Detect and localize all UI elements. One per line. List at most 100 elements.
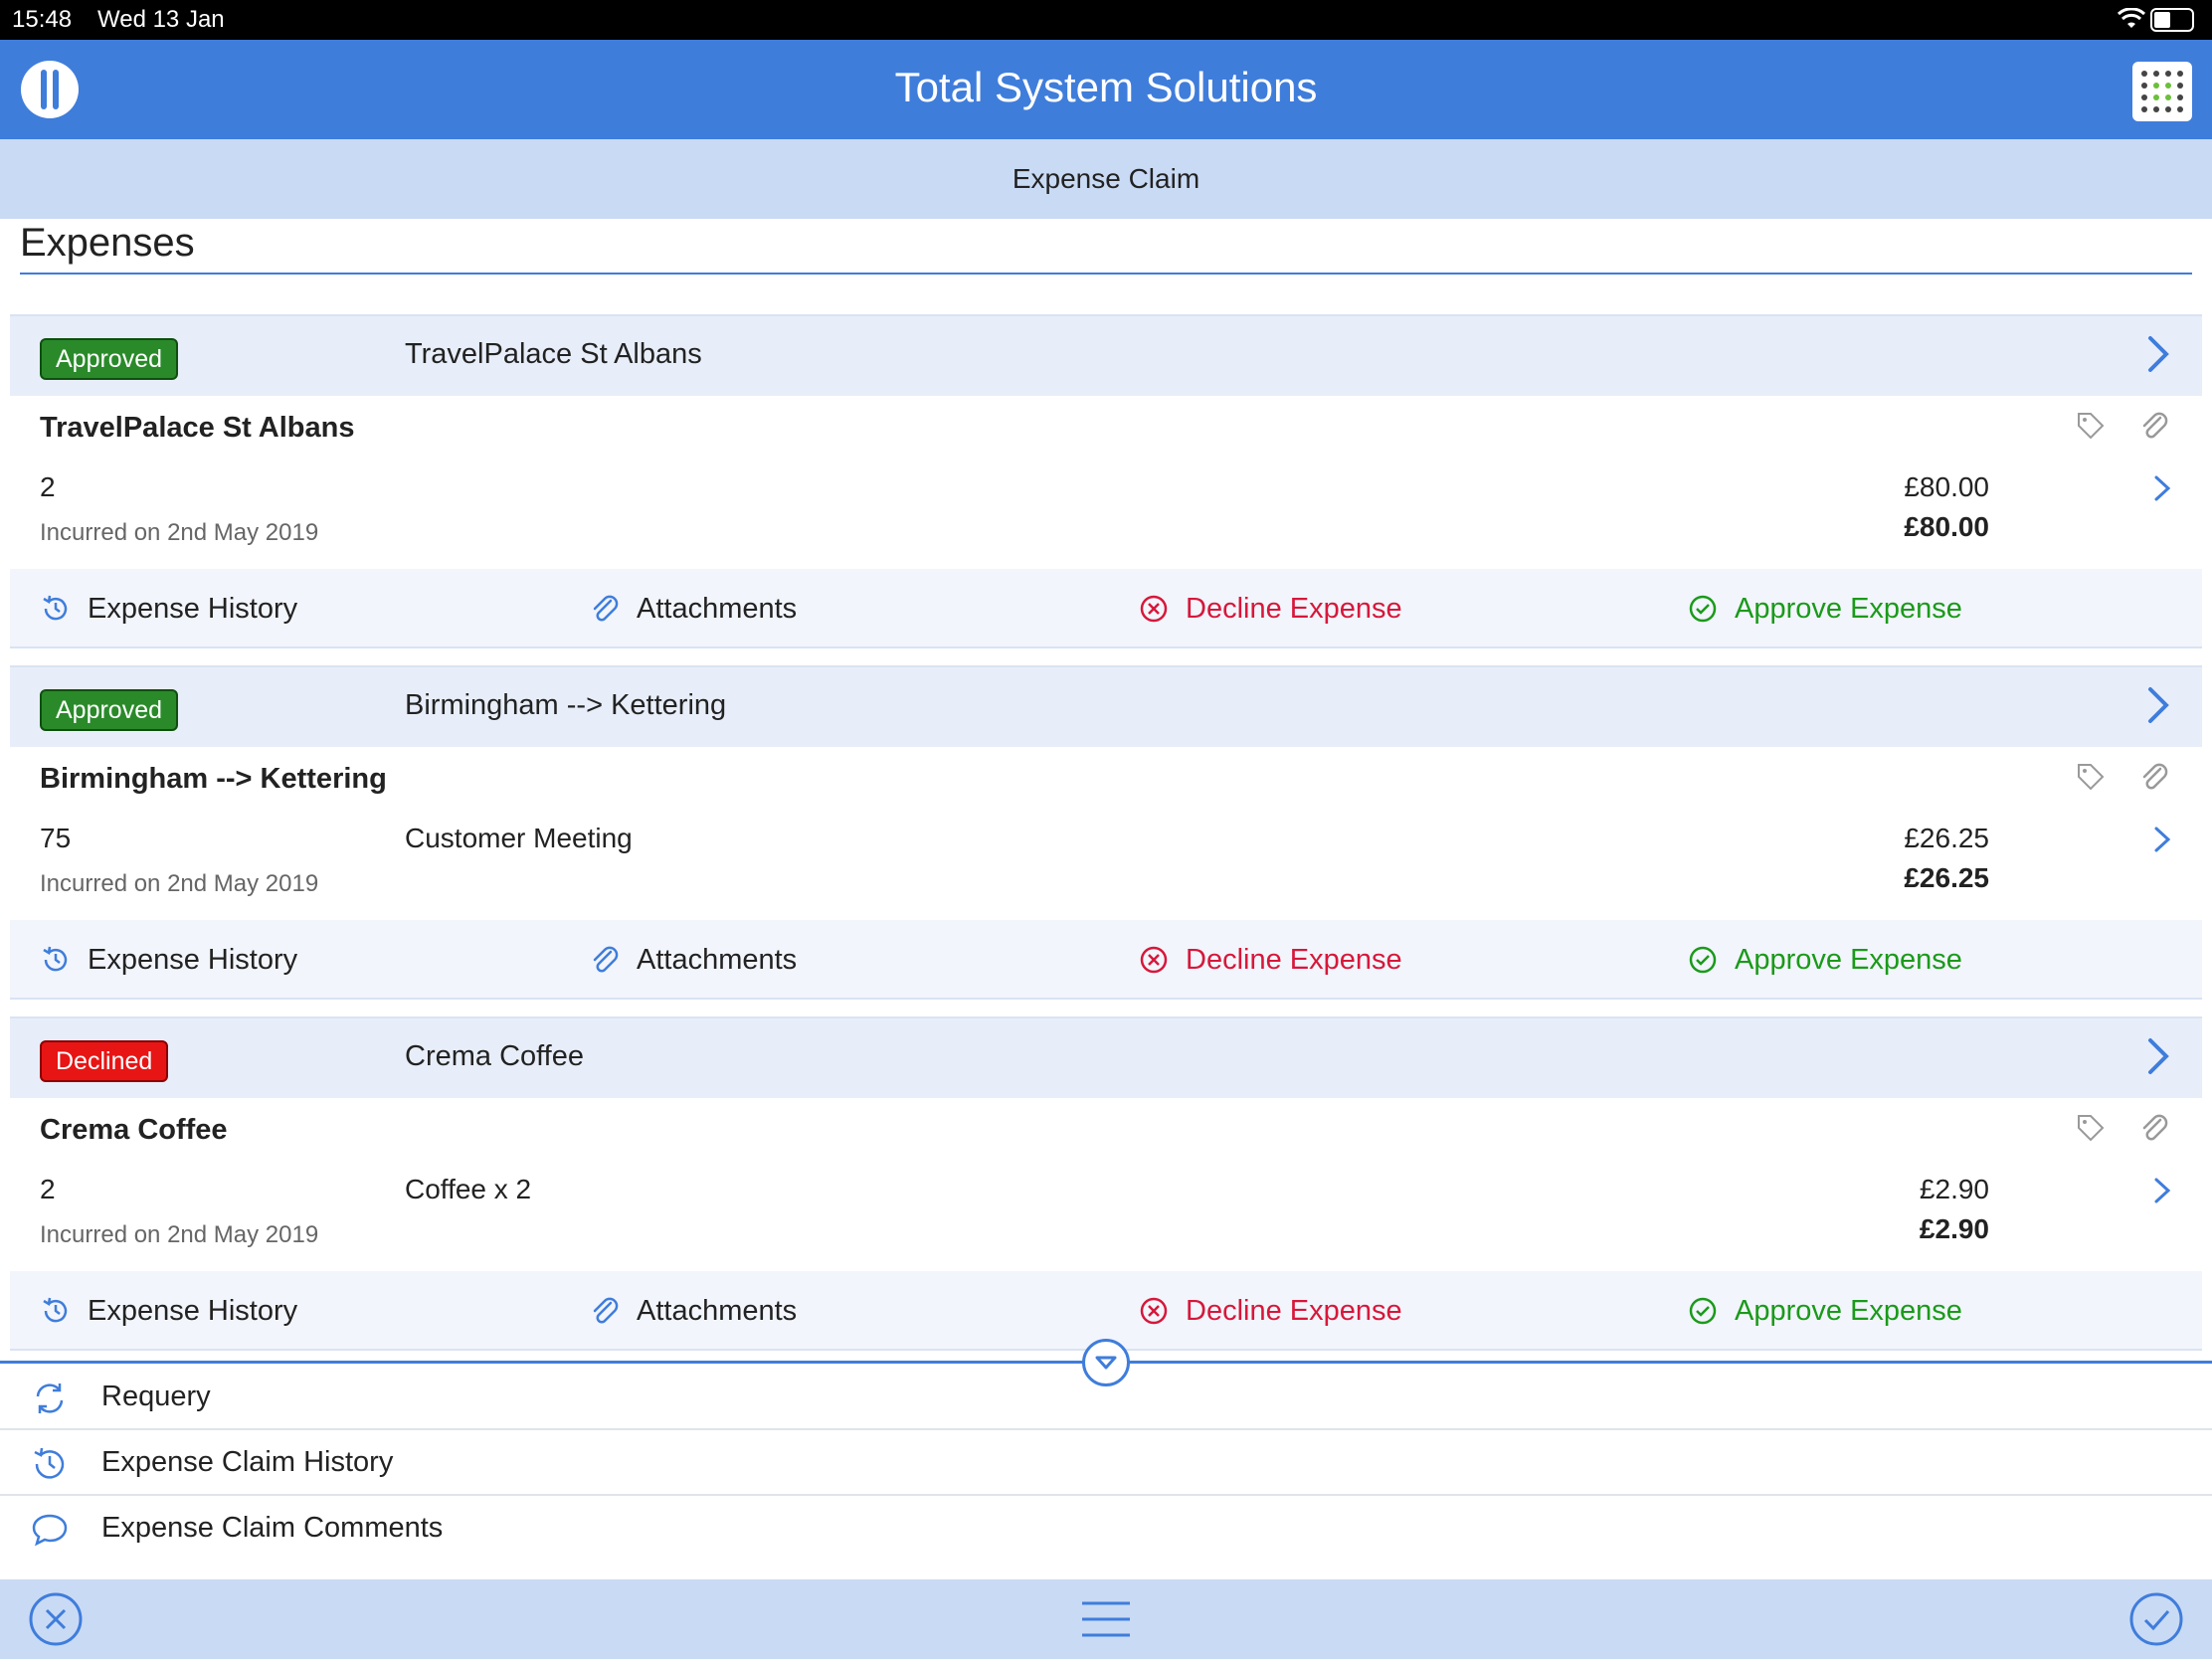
section-divider xyxy=(20,273,2192,275)
close-circle-icon[interactable] xyxy=(28,1591,84,1652)
approve-expense-button[interactable]: Approve Expense xyxy=(1687,1291,1962,1331)
comment-icon xyxy=(30,1510,70,1555)
menu-item-label: Expense Claim Comments xyxy=(101,1512,444,1544)
paperclip-icon[interactable] xyxy=(2138,761,2170,798)
decline-expense-button[interactable]: Decline Expense xyxy=(1138,940,1402,980)
check-circle-icon xyxy=(1689,595,1717,623)
attachments-button[interactable]: Attachments xyxy=(589,940,797,980)
attachments-button[interactable]: Attachments xyxy=(589,589,797,629)
check-circle-icon xyxy=(1689,1297,1717,1325)
expense-title: Crema Coffee xyxy=(40,1114,228,1146)
close-circle-icon xyxy=(1140,1297,1168,1325)
tag-icon[interactable] xyxy=(2075,761,2107,798)
expense-header-name: Birmingham --> Kettering xyxy=(405,689,727,721)
menu-item-claim-history[interactable]: Expense Claim History xyxy=(0,1430,2212,1496)
status-badge: Approved xyxy=(40,338,179,380)
expense-actions: Expense History Attachments Decline Expe… xyxy=(10,920,2202,1000)
grid-menu-icon[interactable] xyxy=(2132,62,2192,121)
chevron-right-icon[interactable] xyxy=(2144,334,2172,379)
menu-item-label: Requery xyxy=(101,1381,211,1412)
paperclip-icon[interactable] xyxy=(2138,410,2170,447)
expense-history-label: Expense History xyxy=(88,592,298,625)
expense-card: Approved TravelPalace St Albans TravelPa… xyxy=(10,314,2202,652)
status-badge: Declined xyxy=(40,1040,169,1082)
refresh-icon xyxy=(30,1379,70,1423)
app-title: Total System Solutions xyxy=(894,64,1318,110)
history-icon xyxy=(43,595,68,621)
check-circle-icon xyxy=(1689,946,1717,974)
menu-item-label: Expense Claim History xyxy=(101,1446,394,1478)
expense-history-label: Expense History xyxy=(88,1294,298,1327)
expense-title: TravelPalace St Albans xyxy=(40,412,355,444)
expense-total: £26.25 xyxy=(1904,862,1989,893)
decline-expense-button[interactable]: Decline Expense xyxy=(1138,589,1402,629)
expense-history-button[interactable]: Expense History xyxy=(40,940,297,980)
approve-expense-button[interactable]: Approve Expense xyxy=(1687,589,1962,629)
decline-expense-button[interactable]: Decline Expense xyxy=(1138,1291,1402,1331)
expense-incurred-date: Incurred on 2nd May 2019 xyxy=(40,1221,319,1248)
expense-quantity: 2 xyxy=(40,1174,56,1204)
expense-header[interactable]: Approved Birmingham --> Kettering xyxy=(10,665,2202,747)
paperclip-icon xyxy=(593,595,619,622)
history-icon xyxy=(43,946,68,972)
approve-expense-label: Approve Expense xyxy=(1735,943,1962,976)
expense-total: £80.00 xyxy=(1904,511,1989,542)
chevron-right-icon[interactable] xyxy=(2152,1176,2172,1210)
approve-expense-button[interactable]: Approve Expense xyxy=(1687,940,1962,980)
expense-quantity: 2 xyxy=(40,471,56,502)
wifi-icon xyxy=(2117,7,2146,37)
chevron-right-icon[interactable] xyxy=(2144,685,2172,730)
menu-item-requery[interactable]: Requery xyxy=(0,1365,2212,1430)
expense-card: Declined Crema Coffee Crema Coffee 2 Cof… xyxy=(10,1016,2202,1355)
tag-icon[interactable] xyxy=(2075,1112,2107,1149)
expense-description: Customer Meeting xyxy=(405,823,633,853)
history-icon xyxy=(43,1297,68,1323)
close-circle-icon xyxy=(1140,946,1168,974)
status-date: Wed 13 Jan xyxy=(97,6,225,33)
expense-amount: £2.90 xyxy=(1919,1174,1989,1204)
decline-expense-label: Decline Expense xyxy=(1186,1294,1402,1327)
check-circle-icon[interactable] xyxy=(2128,1591,2184,1652)
expense-history-label: Expense History xyxy=(88,943,298,976)
attachments-label: Attachments xyxy=(637,592,798,625)
expense-header-name: Crema Coffee xyxy=(405,1040,584,1072)
expense-header-name: TravelPalace St Albans xyxy=(405,338,702,370)
attachments-label: Attachments xyxy=(637,943,798,976)
expense-history-button[interactable]: Expense History xyxy=(40,1291,297,1331)
chevron-right-icon[interactable] xyxy=(2144,1036,2172,1081)
expense-header[interactable]: Declined Crema Coffee xyxy=(10,1016,2202,1098)
hamburger-icon[interactable] xyxy=(1078,1595,1134,1648)
expense-incurred-date: Incurred on 2nd May 2019 xyxy=(40,870,319,897)
decline-expense-label: Decline Expense xyxy=(1186,943,1402,976)
attachments-button[interactable]: Attachments xyxy=(589,1291,797,1331)
status-time: 15:48 xyxy=(12,6,73,33)
status-badge: Approved xyxy=(40,689,179,731)
paperclip-icon xyxy=(593,1297,619,1324)
paperclip-icon xyxy=(593,946,619,973)
app-header: Total System Solutions xyxy=(0,40,2212,139)
expense-quantity: 75 xyxy=(40,823,72,853)
expense-card: Approved Birmingham --> Kettering Birmin… xyxy=(10,665,2202,1004)
expense-amount: £80.00 xyxy=(1904,471,1989,502)
chevron-right-icon[interactable] xyxy=(2152,825,2172,859)
expense-history-button[interactable]: Expense History xyxy=(40,589,297,629)
bottom-toolbar xyxy=(0,1579,2212,1659)
expense-title: Birmingham --> Kettering xyxy=(40,763,387,795)
tag-icon[interactable] xyxy=(2075,410,2107,447)
battery-icon xyxy=(2150,8,2194,32)
attachments-label: Attachments xyxy=(637,1294,798,1327)
approve-expense-label: Approve Expense xyxy=(1735,1294,1962,1327)
history-icon xyxy=(30,1444,70,1489)
expense-header[interactable]: Approved TravelPalace St Albans xyxy=(10,314,2202,396)
page-subtitle: Expense Claim xyxy=(1012,163,1200,194)
chevron-right-icon[interactable] xyxy=(2152,473,2172,508)
expense-incurred-date: Incurred on 2nd May 2019 xyxy=(40,519,319,546)
menu-item-claim-comments[interactable]: Expense Claim Comments xyxy=(0,1496,2212,1562)
expense-total: £2.90 xyxy=(1919,1213,1989,1244)
decline-expense-label: Decline Expense xyxy=(1186,592,1402,625)
paperclip-icon[interactable] xyxy=(2138,1112,2170,1149)
expense-description: Coffee x 2 xyxy=(405,1174,532,1204)
section-title: Expenses xyxy=(20,221,195,265)
expense-actions: Expense History Attachments Decline Expe… xyxy=(10,569,2202,648)
close-circle-icon xyxy=(1140,595,1168,623)
